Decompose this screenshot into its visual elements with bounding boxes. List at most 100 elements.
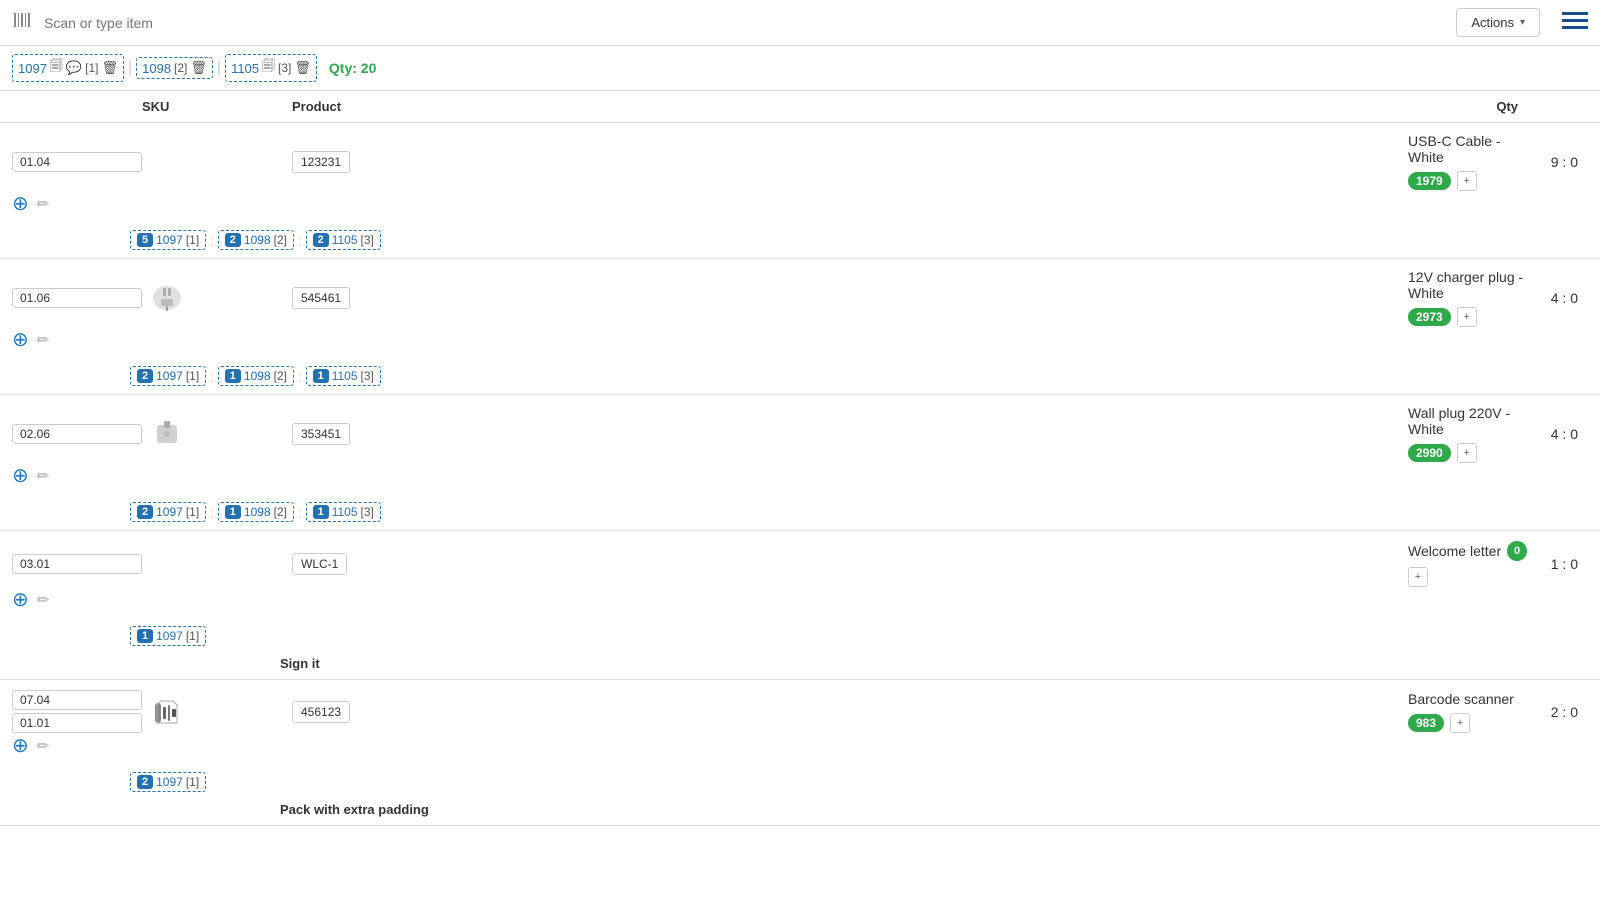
order-tag-usb-cable-1097[interactable]: 5 1097 [1]: [130, 230, 206, 250]
header-product: Product: [292, 99, 1408, 114]
edit-button-welcome-letter[interactable]: ✏: [37, 591, 50, 609]
product-name-cell-wall-plug: Wall plug 220V - White 2990 +: [1408, 405, 1528, 463]
product-name-usb-cable: USB-C Cable - White: [1408, 133, 1528, 165]
add-button-barcode-scanner[interactable]: ⊕: [12, 733, 29, 758]
order-qty-wall-plug-1105: [3]: [361, 505, 374, 519]
actions-cell-usb-cable: ⊕ ✏: [12, 191, 142, 216]
edit-button-barcode-scanner[interactable]: ✏: [37, 737, 50, 755]
filter-tag-1097-num: [1]: [85, 61, 98, 75]
location-box-charger-plug: 01.06: [12, 288, 142, 308]
location-box-welcome-letter: 03.01: [12, 554, 142, 574]
trash-icon-1105[interactable]: 🗑: [294, 60, 311, 76]
order-tag-barcode-scanner-1097[interactable]: 2 1097 [1]: [130, 772, 206, 792]
trash-icon-1098[interactable]: 🗑: [190, 60, 207, 76]
edit-button-charger-plug[interactable]: ✏: [37, 331, 50, 349]
order-tags-barcode-scanner: 2 1097 [1]: [0, 768, 1600, 800]
order-tag-usb-cable-1105[interactable]: 2 1105 [3]: [306, 230, 381, 250]
edit-button-usb-cable[interactable]: ✏: [37, 195, 50, 213]
location-box-wall-plug: 02.06: [12, 424, 142, 444]
sku-box-wall-plug: 353451: [292, 423, 350, 445]
header-qty: Qty: [1408, 99, 1528, 114]
order-qty-wall-plug-1098: [2]: [274, 505, 287, 519]
edit-button-wall-plug[interactable]: ✏: [37, 467, 50, 485]
order-count-wall-plug-1097: 2: [137, 505, 153, 519]
order-tag-wall-plug-1097[interactable]: 2 1097 [1]: [130, 502, 206, 522]
order-tag-usb-cable-1098[interactable]: 2 1098 [2]: [218, 230, 294, 250]
filter-tag-1105[interactable]: 1105 🗐 [3] 🗑: [225, 54, 317, 82]
sku-box-usb-cable: 123231: [292, 151, 350, 173]
order-id-charger-plug-1105: 1105: [332, 369, 358, 383]
filter-tag-1097[interactable]: 1097 🗐 💬 [1] 🗑: [12, 54, 124, 82]
add-button-usb-cable[interactable]: ⊕: [12, 191, 29, 216]
product-row-welcome-letter: 03.01 WLC-1 Welcome letter 0 + 1 : 0 ⊕ ✏…: [0, 531, 1600, 680]
order-id-usb-cable-1098: 1098: [244, 233, 271, 247]
qty-cell-barcode-scanner: 2 : 0: [1528, 704, 1588, 720]
actions-cell-wall-plug: ⊕ ✏: [12, 463, 142, 488]
product-row-barcode-scanner: 07.04 01.01 456123 Barcode scanner 983 +…: [0, 680, 1600, 826]
order-count-charger-plug-1098: 1: [225, 369, 241, 383]
stock-badge-wall-plug: 2990: [1408, 444, 1451, 462]
header-actions: [1528, 99, 1588, 114]
order-count-wall-plug-1098: 1: [225, 505, 241, 519]
location-cell-wall-plug: 02.06: [12, 424, 142, 444]
order-qty-barcode-scanner-1097: [1]: [186, 775, 199, 789]
order-tag-charger-plug-1097[interactable]: 2 1097 [1]: [130, 366, 206, 386]
expand-icon-wall-plug[interactable]: +: [1457, 443, 1477, 463]
add-button-charger-plug[interactable]: ⊕: [12, 327, 29, 352]
barcode-icon: [12, 9, 34, 37]
filter-tag-1097-link[interactable]: 1097: [18, 61, 47, 76]
filter-tag-1098-link[interactable]: 1098: [142, 61, 171, 76]
actions-button[interactable]: Actions ▾: [1456, 8, 1540, 37]
order-tag-wall-plug-1105[interactable]: 1 1105 [3]: [306, 502, 381, 522]
stock-badge-barcode-scanner: 983: [1408, 714, 1444, 732]
order-tags-welcome-letter: 1 1097 [1]: [0, 622, 1600, 654]
product-row-main-usb-cable: 01.04 123231 USB-C Cable - White 1979 + …: [0, 123, 1600, 226]
filter-tag-1098[interactable]: 1098 [2] 🗑: [136, 57, 213, 79]
add-button-welcome-letter[interactable]: ⊕: [12, 587, 29, 612]
filter-tag-1105-num: [3]: [278, 61, 291, 75]
order-count-wall-plug-1105: 1: [313, 505, 329, 519]
order-tag-wall-plug-1098[interactable]: 1 1098 [2]: [218, 502, 294, 522]
order-tag-welcome-letter-1097[interactable]: 1 1097 [1]: [130, 626, 206, 646]
img-cell-charger-plug: [142, 278, 192, 318]
actions-cell-barcode-scanner: ⊕ ✏: [12, 733, 142, 758]
expand-icon-welcome-letter[interactable]: +: [1408, 567, 1428, 587]
filter-tag-1098-num: [2]: [174, 61, 187, 75]
comment-icon-1097[interactable]: 💬: [66, 60, 82, 76]
order-count-barcode-scanner-1097: 2: [137, 775, 153, 789]
order-tag-charger-plug-1105[interactable]: 1 1105 [3]: [306, 366, 381, 386]
filter-tag-1105-link[interactable]: 1105: [231, 61, 259, 76]
qty-cell-usb-cable: 9 : 0: [1528, 154, 1588, 170]
hamburger-icon[interactable]: [1562, 9, 1588, 37]
order-id-charger-plug-1098: 1098: [244, 369, 271, 383]
order-id-wall-plug-1098: 1098: [244, 505, 271, 519]
copy-icon-1097[interactable]: 🗐: [50, 57, 63, 79]
product-row-main-wall-plug: 02.06 353451 Wall plug 220V - White 2990…: [0, 395, 1600, 498]
copy-icon-1105[interactable]: 🗐: [262, 57, 275, 79]
sku-cell-welcome-letter: WLC-1: [292, 553, 1408, 575]
top-bar: Actions ▾: [0, 0, 1600, 46]
filter-bar: 1097 🗐 💬 [1] 🗑 | 1098 [2] 🗑 | 1105 🗐 [3]…: [0, 46, 1600, 91]
product-row-main-barcode-scanner: 07.04 01.01 456123 Barcode scanner 983 +…: [0, 680, 1600, 768]
order-qty-usb-cable-1097: [1]: [186, 233, 199, 247]
actions-label: Actions: [1471, 15, 1514, 30]
expand-icon-charger-plug[interactable]: +: [1457, 307, 1477, 327]
qty-cell-welcome-letter: 1 : 0: [1528, 556, 1588, 572]
product-name-charger-plug: 12V charger plug - White: [1408, 269, 1528, 301]
location-box-usb-cable: 01.04: [12, 152, 142, 172]
header-sku: SKU: [142, 99, 292, 114]
header-location: [12, 99, 142, 114]
expand-icon-usb-cable[interactable]: +: [1457, 171, 1477, 191]
add-button-wall-plug[interactable]: ⊕: [12, 463, 29, 488]
product-name-cell-charger-plug: 12V charger plug - White 2973 +: [1408, 269, 1528, 327]
qty-cell-charger-plug: 4 : 0: [1528, 290, 1588, 306]
scan-input[interactable]: [44, 15, 1446, 31]
product-name-cell-usb-cable: USB-C Cable - White 1979 +: [1408, 133, 1528, 191]
expand-icon-barcode-scanner[interactable]: +: [1450, 713, 1470, 733]
order-qty-charger-plug-1097: [1]: [186, 369, 199, 383]
order-id-wall-plug-1097: 1097: [156, 505, 183, 519]
order-id-welcome-letter-1097: 1097: [156, 629, 183, 643]
order-tag-charger-plug-1098[interactable]: 1 1098 [2]: [218, 366, 294, 386]
order-count-welcome-letter-1097: 1: [137, 629, 153, 643]
trash-icon-1097[interactable]: 🗑: [101, 60, 118, 76]
